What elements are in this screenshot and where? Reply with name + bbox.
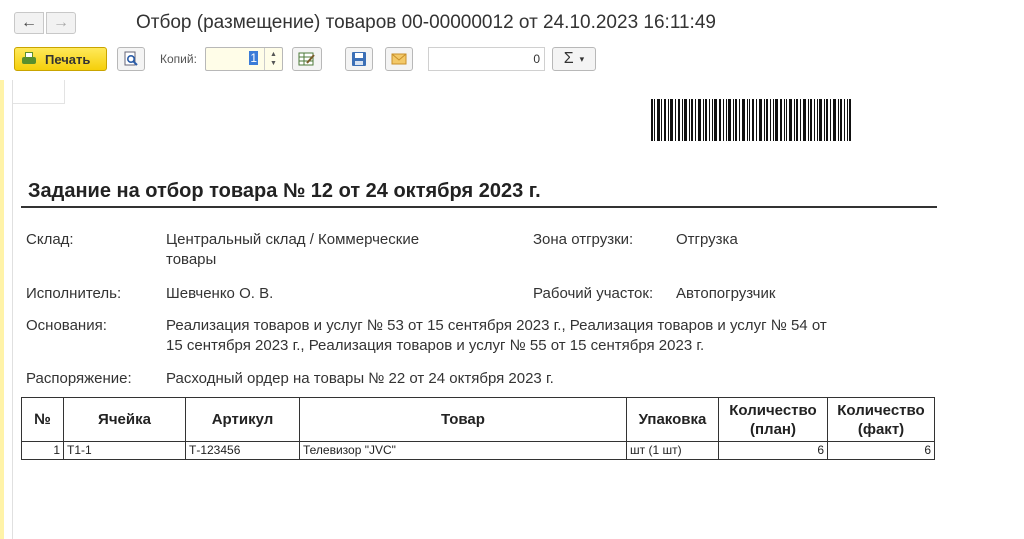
print-button[interactable]: Печать <box>14 47 107 71</box>
workplace-label: Рабочий участок: <box>533 285 654 302</box>
col-qty-plan-header: Количество (план) <box>718 397 828 442</box>
copies-stepper[interactable]: ▲ ▼ <box>264 48 282 70</box>
window-header: ← → Отбор (размещение) товаров 00-000000… <box>0 0 1024 80</box>
workplace-value: Автопогрузчик <box>676 285 776 302</box>
qty-fact-header-line1: Количество <box>837 401 925 419</box>
row-qty-fact: 6 <box>827 441 935 460</box>
row-article: Т-123456 <box>185 441 300 460</box>
row-package: шт (1 шт) <box>626 441 719 460</box>
zone-label: Зона отгрузки: <box>533 231 634 248</box>
forward-button[interactable]: → <box>46 12 76 34</box>
chevron-up-icon: ▲ <box>270 51 277 58</box>
back-button[interactable]: ← <box>14 12 44 34</box>
sum-menu-button[interactable]: Σ ▾ <box>552 47 596 71</box>
row-num: 1 <box>21 441 64 460</box>
warehouse-value-line1: Центральный склад / Коммерческие <box>166 231 420 248</box>
qty-fact-header-line2: (факт) <box>857 420 905 438</box>
sum-field: 0 <box>428 47 545 71</box>
order-value: Расходный ордер на товары № 22 от 24 окт… <box>166 370 554 387</box>
table-header-row: № Ячейка Артикул Товар Упаковка Количест… <box>21 397 935 442</box>
qty-plan-header-line2: (план) <box>750 420 796 438</box>
printer-icon <box>21 52 37 66</box>
zone-value: Отгрузка <box>676 231 738 248</box>
document-area[interactable] <box>0 80 1024 539</box>
warehouse-value-line2: товары <box>166 251 217 268</box>
qty-plan-header-line1: Количество <box>729 401 817 419</box>
barcode <box>651 99 851 141</box>
arrow-left-icon: ← <box>21 14 37 31</box>
table-row: 1 Т1-1 Т-123456 Телевизор "JVC" шт (1 шт… <box>21 441 935 460</box>
goods-table: № Ячейка Артикул Товар Упаковка Количест… <box>21 397 935 460</box>
order-label: Распоряжение: <box>26 370 132 387</box>
col-qty-fact-header: Количество (факт) <box>827 397 935 442</box>
row-cell: Т1-1 <box>63 441 186 460</box>
window-title: Отбор (размещение) товаров 00-00000012 о… <box>136 12 716 33</box>
preview-button[interactable] <box>117 47 145 71</box>
edit-table-icon <box>298 52 315 66</box>
col-article-header: Артикул <box>185 397 300 442</box>
print-button-label: Печать <box>45 51 91 67</box>
magnifier-page-icon <box>124 51 138 66</box>
warehouse-label: Склад: <box>26 231 74 248</box>
copies-input[interactable]: 1 ▲ ▼ <box>205 47 283 71</box>
save-button[interactable] <box>345 47 373 71</box>
copies-value: 1 <box>249 51 258 65</box>
spreadsheet-margin <box>0 80 4 539</box>
copies-label: Копий: <box>160 52 197 66</box>
basis-label: Основания: <box>26 317 107 334</box>
row-qty-plan: 6 <box>718 441 828 460</box>
arrow-right-icon: → <box>53 14 69 31</box>
envelope-icon <box>391 53 407 65</box>
chevron-down-icon: ▼ <box>270 60 277 67</box>
col-product-header: Товар <box>299 397 627 442</box>
spreadsheet-corner <box>13 80 65 104</box>
send-email-button[interactable] <box>385 47 413 71</box>
performer-value: Шевченко О. В. <box>166 285 274 302</box>
floppy-disk-icon <box>352 52 366 66</box>
basis-value-line2: 15 сентября 2023 г., Реализация товаров … <box>166 337 705 354</box>
document-heading: Задание на отбор товара № 12 от 24 октяб… <box>28 180 541 202</box>
performer-label: Исполнитель: <box>26 285 122 302</box>
col-num-header: № <box>21 397 64 442</box>
basis-value-line1: Реализация товаров и услуг № 53 от 15 се… <box>166 317 827 334</box>
edit-mode-button[interactable] <box>292 47 322 71</box>
heading-divider <box>21 206 937 208</box>
col-package-header: Упаковка <box>626 397 719 442</box>
row-product: Телевизор "JVC" <box>299 441 627 460</box>
sigma-icon: Σ <box>563 50 574 67</box>
col-cell-header: Ячейка <box>63 397 186 442</box>
chevron-down-icon: ▾ <box>579 53 585 64</box>
